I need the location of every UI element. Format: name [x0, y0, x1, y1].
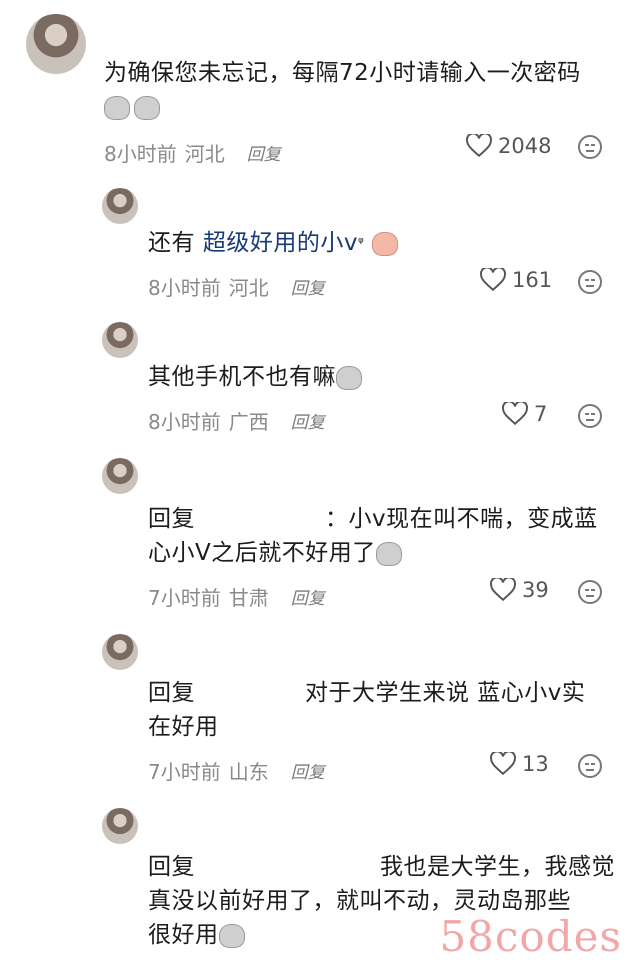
- like-count: 161: [512, 268, 553, 292]
- comment-text-line1: 回复 对于大学生来说 蓝心小v实: [148, 676, 585, 710]
- reply-prefix: 回复: [148, 854, 195, 880]
- comment-time: 8小时前: [148, 410, 221, 434]
- comment-location: 甘肃: [228, 586, 269, 610]
- reply-button[interactable]: 回复: [291, 584, 325, 609]
- comment-location: 河北: [228, 276, 269, 300]
- sticker-icon: [372, 231, 399, 256]
- comment-text-body: 心小V之后就不好用了: [148, 540, 376, 566]
- reaction-face-icon[interactable]: [578, 580, 602, 604]
- comment-meta: 7小时前 山东 回复: [148, 756, 325, 785]
- comment-meta: 7小时前 甘肃 回复: [148, 582, 325, 611]
- like-button[interactable]: 13: [490, 752, 549, 776]
- comment-text-body: 对于大学生来说 蓝心小v实: [305, 680, 586, 706]
- like-button[interactable]: 7: [502, 402, 547, 426]
- comment-text: 还有 超级好用的小vᵠ: [148, 226, 402, 260]
- reply-button[interactable]: 回复: [291, 274, 325, 299]
- search-icon[interactable]: ᵠ: [358, 235, 364, 251]
- comment-text-line2: 在好用: [148, 714, 219, 740]
- heart-icon: [466, 134, 492, 158]
- avatar[interactable]: [102, 188, 138, 224]
- like-count: 13: [522, 752, 549, 776]
- comment-text-body: 我也是大学生，我感觉: [380, 854, 615, 880]
- comment-meta: 8小时前 广西 回复: [148, 406, 325, 435]
- like-count: 39: [522, 578, 549, 602]
- heart-icon: [502, 402, 528, 426]
- reaction-face-icon[interactable]: [578, 135, 602, 159]
- sticker-icon: [218, 923, 245, 948]
- sticker-icon: [375, 541, 402, 566]
- comment-text: 其他手机不也有嘛: [148, 360, 366, 394]
- heart-icon: [480, 268, 506, 292]
- comment-text-prefix: 还有: [148, 230, 195, 256]
- heart-icon: [490, 752, 516, 776]
- like-button[interactable]: 39: [490, 578, 549, 602]
- reply-prefix: 回复: [148, 680, 195, 706]
- heart-icon: [490, 578, 516, 602]
- reply-button[interactable]: 回复: [247, 140, 281, 165]
- sticker-icon: [104, 95, 130, 120]
- sticker-icon: [336, 365, 362, 390]
- avatar[interactable]: [26, 14, 86, 74]
- avatar[interactable]: [102, 634, 138, 670]
- reply-button[interactable]: 回复: [291, 408, 325, 433]
- comment-text-line1: 回复 我也是大学生，我感觉: [148, 850, 615, 884]
- comment-text: 为确保您未忘记，每隔72小时请输入一次密码: [104, 60, 581, 86]
- like-count: 2048: [498, 134, 552, 158]
- comment-location: 广西: [228, 410, 269, 434]
- comment-time: 8小时前: [104, 142, 177, 166]
- comment-text-body: ：小v现在叫不喘，变成蓝: [325, 506, 598, 532]
- comment-text-line2: 心小V之后就不好用了: [148, 536, 406, 570]
- sticker-icon: [134, 95, 160, 120]
- like-button[interactable]: 2048: [466, 134, 551, 158]
- sticker-row: [104, 90, 164, 124]
- like-count: 7: [534, 402, 548, 426]
- like-button[interactable]: 161: [480, 268, 552, 292]
- reply-button[interactable]: 回复: [291, 758, 325, 783]
- watermark: 58codes: [439, 912, 622, 961]
- reaction-face-icon[interactable]: [578, 404, 602, 428]
- avatar[interactable]: [102, 458, 138, 494]
- reaction-face-icon[interactable]: [578, 754, 602, 778]
- reaction-face-icon[interactable]: [578, 270, 602, 294]
- avatar[interactable]: [102, 808, 138, 844]
- avatar[interactable]: [102, 322, 138, 358]
- comment-meta: 8小时前 河北 回复: [148, 272, 325, 301]
- comment-meta: 8小时前 河北 回复: [104, 138, 281, 167]
- comment-text-body: 很好用: [148, 922, 219, 948]
- comment-location: 河北: [184, 142, 225, 166]
- reply-prefix: 回复: [148, 506, 195, 532]
- comment-time: 7小时前: [148, 586, 221, 610]
- comment-time: 7小时前: [148, 760, 221, 784]
- assistant-link[interactable]: 超级好用的小v: [203, 230, 358, 256]
- comment-text-body: 其他手机不也有嘛: [148, 364, 336, 390]
- comment-text-line3: 很好用: [148, 918, 249, 952]
- comment-time: 8小时前: [148, 276, 221, 300]
- comment-text-line1: 回复 ：小v现在叫不喘，变成蓝: [148, 502, 598, 536]
- comment-location: 山东: [228, 760, 269, 784]
